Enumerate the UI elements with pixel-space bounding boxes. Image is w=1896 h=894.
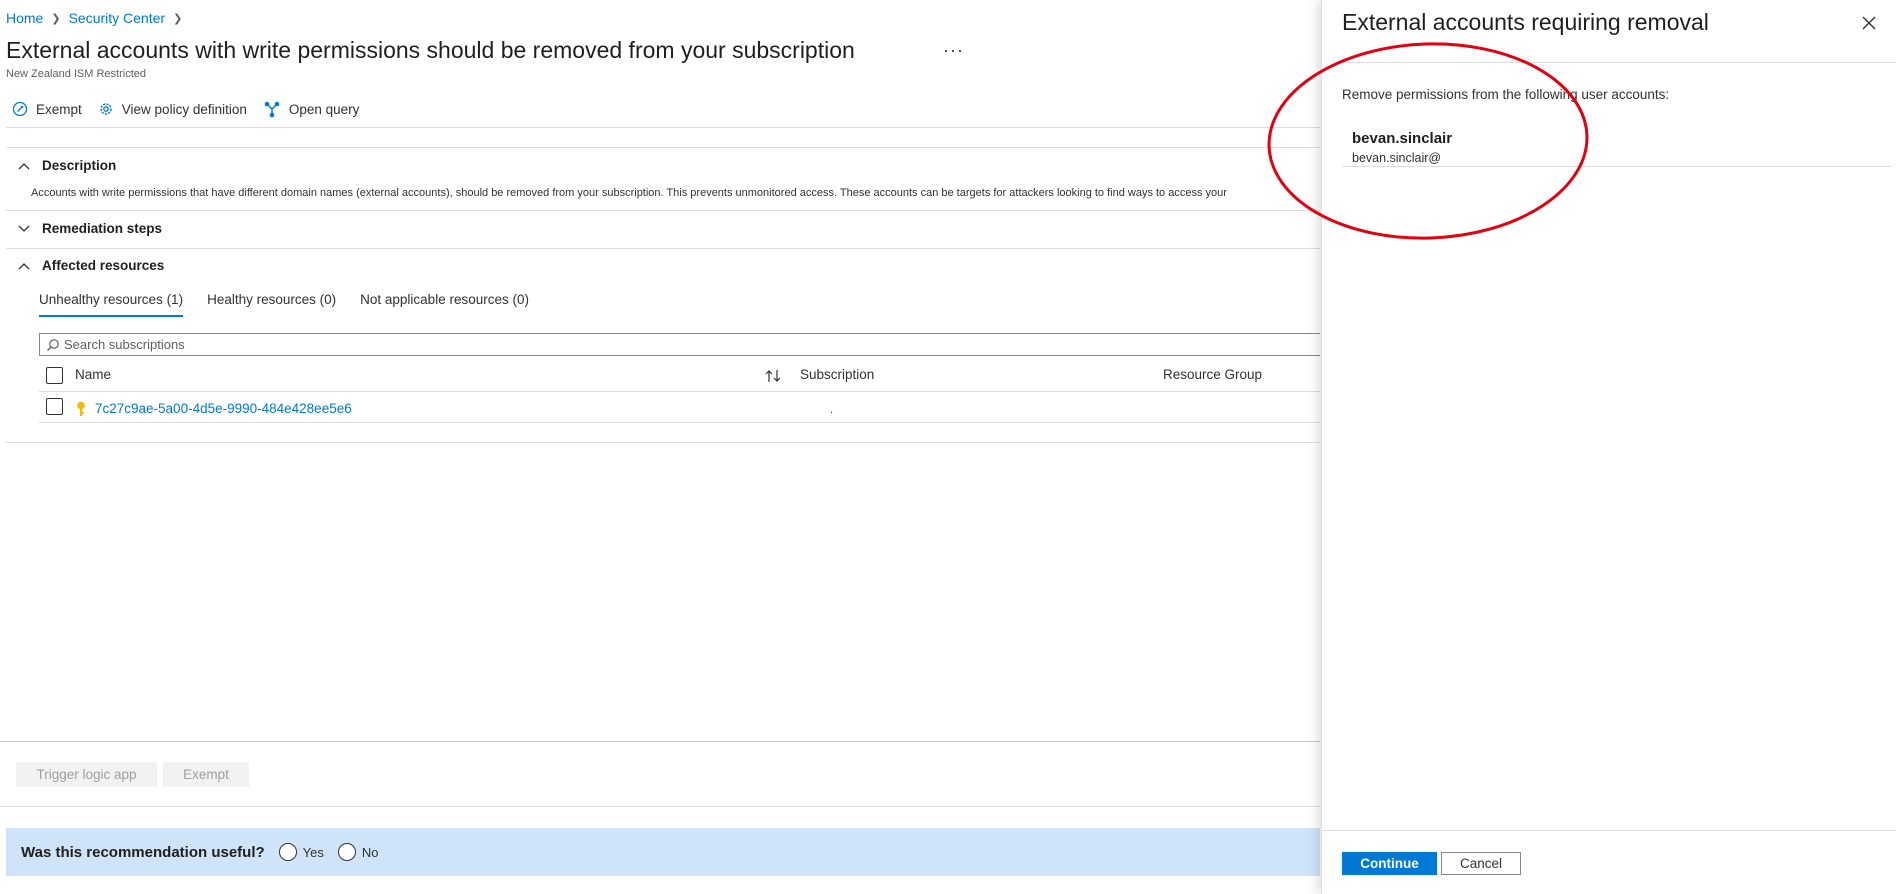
feedback-no-radio[interactable] <box>337 843 356 861</box>
continue-button[interactable]: Continue <box>1342 852 1437 875</box>
description-text: Accounts with write permissions that hav… <box>31 187 1227 199</box>
tab-unhealthy-resources[interactable]: Unhealthy resources (1) <box>39 292 184 317</box>
view-policy-definition-button[interactable]: View policy definition <box>98 101 247 117</box>
affected-heading: Affected resources <box>42 258 165 273</box>
search-subscriptions-box <box>39 333 1320 356</box>
column-header-name[interactable]: Name <box>75 367 111 382</box>
open-query-button[interactable]: Open query <box>263 100 360 118</box>
trigger-logic-app-button[interactable]: Trigger logic app <box>16 762 157 787</box>
account-name: bevan.sinclair <box>1352 130 1453 147</box>
select-all-checkbox[interactable] <box>46 367 63 384</box>
page-title: External accounts with write permissions… <box>6 37 855 63</box>
resource-name-link[interactable]: 7c27c9ae-5a00-4d5e-9990-484e428ee5e6 <box>95 401 352 416</box>
view-policy-label: View policy definition <box>121 101 247 117</box>
chevron-right-icon: ❯ <box>173 12 183 25</box>
chevron-right-icon: ❯ <box>51 12 61 25</box>
sort-arrows-icon[interactable] <box>764 369 782 383</box>
close-icon[interactable] <box>1860 14 1878 32</box>
divider <box>1342 62 1896 63</box>
policy-gear-icon <box>100 103 112 115</box>
exempt-footer-button[interactable]: Exempt <box>163 762 249 787</box>
panel-instructions: Remove permissions from the following us… <box>1342 87 1670 102</box>
feedback-yes-radio[interactable] <box>278 843 297 861</box>
divider <box>1322 830 1896 831</box>
affected-section-toggle[interactable]: Affected resources <box>18 258 164 273</box>
exempt-button[interactable]: Exempt <box>12 101 82 117</box>
exempt-label: Exempt <box>36 101 82 117</box>
divider <box>39 391 1320 392</box>
more-options-button[interactable]: ··· <box>943 40 964 61</box>
footer-divider <box>0 806 1320 807</box>
tab-not-applicable-resources[interactable]: Not applicable resources (0) <box>360 292 529 317</box>
chevron-up-icon <box>18 262 30 270</box>
breadcrumb-home[interactable]: Home <box>6 10 43 26</box>
remediation-section-toggle[interactable]: Remediation steps <box>18 221 162 236</box>
feedback-yes-label: Yes <box>302 844 324 860</box>
breadcrumb-security-center[interactable]: Security Center <box>69 10 165 26</box>
exempt-icon <box>12 101 28 117</box>
divider <box>6 248 1320 249</box>
description-section-toggle[interactable]: Description <box>18 158 116 173</box>
feedback-no-label: No <box>361 844 379 860</box>
row-checkbox[interactable] <box>46 398 63 415</box>
divider <box>6 210 1320 211</box>
divider <box>6 147 1320 148</box>
feedback-bar: Was this recommendation useful? Yes No <box>6 828 1320 876</box>
divider <box>39 422 1320 423</box>
account-email: bevan.sinclair@ <box>1352 151 1442 165</box>
search-icon <box>47 338 59 351</box>
feedback-question: Was this recommendation useful? <box>21 843 265 861</box>
column-header-subscription[interactable]: Subscription <box>800 367 874 382</box>
resource-tabs: Unhealthy resources (1) Healthy resource… <box>39 292 553 317</box>
recommendation-blade: Home ❯ Security Center ❯ External accoun… <box>0 0 1320 894</box>
query-graph-icon <box>264 101 280 118</box>
key-icon <box>77 401 85 416</box>
external-accounts-panel: External accounts requiring removal Remo… <box>1321 0 1896 894</box>
footer-divider <box>0 741 1320 742</box>
page-subtitle: New Zealand ISM Restricted <box>6 68 146 80</box>
open-query-label: Open query <box>288 101 360 117</box>
tab-healthy-resources[interactable]: Healthy resources (0) <box>207 292 336 317</box>
divider <box>1342 166 1892 167</box>
cancel-button[interactable]: Cancel <box>1441 852 1521 875</box>
chevron-up-icon <box>18 162 30 170</box>
divider <box>6 127 1320 128</box>
column-header-resource-group[interactable]: Resource Group <box>1163 367 1262 382</box>
divider <box>6 442 1320 443</box>
command-bar: Exempt View policy definition Open query <box>12 100 375 118</box>
remediation-heading: Remediation steps <box>42 221 163 236</box>
search-input[interactable] <box>64 337 664 352</box>
description-heading: Description <box>42 158 117 173</box>
subscription-cell: . <box>830 404 834 416</box>
panel-title: External accounts requiring removal <box>1342 9 1709 35</box>
chevron-down-icon <box>18 225 30 233</box>
breadcrumb: Home ❯ Security Center ❯ <box>6 10 190 26</box>
